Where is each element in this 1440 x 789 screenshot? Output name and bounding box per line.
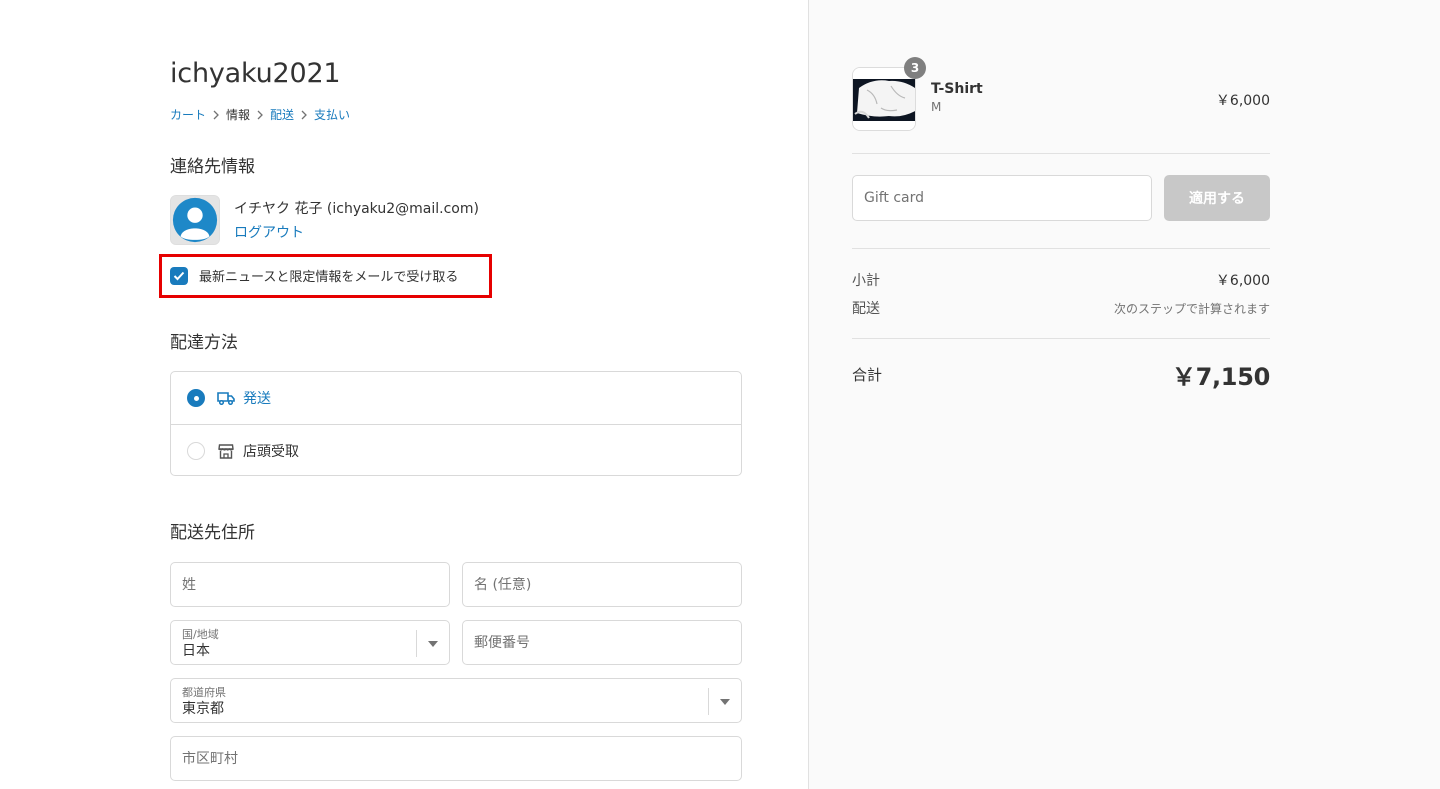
subtotal-label: 小計 [852, 273, 880, 289]
avatar [170, 195, 220, 245]
gift-card-field[interactable] [852, 175, 1152, 221]
newsletter-option[interactable]: 最新ニュースと限定情報をメールで受け取る [170, 266, 458, 285]
product-line-item: 3 T-Shirt M ￥6,000 [852, 57, 1270, 131]
breadcrumb-shipping[interactable]: 配送 [270, 106, 294, 123]
breadcrumb-cart[interactable]: カート [170, 106, 206, 123]
contact-heading: 連絡先情報 [170, 157, 255, 177]
main-content: ichyaku2021 カート 情報 配送 支払い 連絡先情報 イチヤク 花子 … [0, 0, 808, 789]
country-select[interactable]: 国/地域 日本 [170, 620, 450, 665]
chevron-down-icon[interactable] [708, 688, 741, 715]
contact-name: イチヤク 花子 (ichyaku2@mail.com) [234, 201, 479, 217]
newsletter-label: 最新ニュースと限定情報をメールで受け取る [199, 270, 459, 285]
prefecture-select[interactable]: 都道府県 東京都 [170, 678, 742, 723]
ship-radio[interactable] [187, 389, 205, 407]
subtotal-row: 小計 ￥6,000 [852, 270, 1270, 290]
delivery-option-ship[interactable]: 発送 [171, 372, 741, 424]
shipping-row: 配送 次のステップで計算されます [852, 298, 1270, 318]
delivery-option-pickup[interactable]: 店頭受取 [171, 424, 741, 476]
city-field[interactable] [170, 736, 742, 781]
product-variant: M [931, 100, 942, 114]
shipping-value: 次のステップで計算されます [1113, 301, 1270, 316]
newsletter-checkbox[interactable] [170, 266, 188, 285]
total-value: ￥7,150 [1171, 363, 1270, 391]
product-name: T-Shirt [931, 81, 983, 97]
total-row: 合計 ￥7,150 [852, 357, 1270, 392]
first-name-input[interactable] [474, 576, 741, 593]
user-icon [171, 196, 219, 244]
store-icon [217, 442, 235, 460]
apply-button[interactable]: 適用する [1164, 175, 1270, 221]
breadcrumb: カート 情報 配送 支払い [170, 106, 350, 123]
product-thumbnail [852, 67, 916, 131]
logout-link[interactable]: ログアウト [234, 222, 479, 242]
ship-label: 発送 [243, 391, 271, 407]
quantity-badge: 3 [904, 57, 926, 79]
divider [852, 338, 1270, 339]
pickup-radio[interactable] [187, 441, 205, 460]
truck-icon [217, 389, 235, 407]
postal-code-field[interactable] [462, 620, 742, 665]
prefecture-value: 東京都 [182, 700, 224, 717]
pickup-label: 店頭受取 [243, 443, 299, 460]
postal-code-input[interactable] [474, 634, 741, 651]
country-value: 日本 [182, 642, 210, 659]
last-name-field[interactable] [170, 562, 450, 607]
last-name-input[interactable] [182, 576, 449, 593]
first-name-field[interactable] [462, 562, 742, 607]
shop-title[interactable]: ichyaku2021 [170, 58, 341, 89]
divider [852, 248, 1270, 249]
total-label: 合計 [852, 366, 883, 384]
gift-card-input[interactable] [864, 190, 1151, 206]
breadcrumb-payment[interactable]: 支払い [314, 106, 350, 123]
subtotal-value: ￥6,000 [1215, 273, 1270, 289]
country-label: 国/地域 [182, 627, 219, 641]
contact-info: イチヤク 花子 (ichyaku2@mail.com) ログアウト [170, 195, 479, 245]
breadcrumb-information: 情報 [226, 108, 251, 122]
divider [852, 153, 1270, 154]
delivery-heading: 配達方法 [170, 333, 238, 353]
address-heading: 配送先住所 [170, 523, 255, 543]
product-price: ￥6,000 [1215, 93, 1270, 109]
check-icon [173, 271, 185, 280]
chevron-right-icon [250, 109, 270, 121]
city-input[interactable] [182, 750, 741, 767]
chevron-right-icon [206, 109, 226, 121]
prefecture-label: 都道府県 [182, 685, 226, 699]
shipping-label: 配送 [852, 301, 880, 317]
chevron-down-icon[interactable] [416, 630, 449, 657]
chevron-right-icon [294, 109, 314, 121]
delivery-method-group: 発送 店頭受取 [170, 371, 742, 476]
